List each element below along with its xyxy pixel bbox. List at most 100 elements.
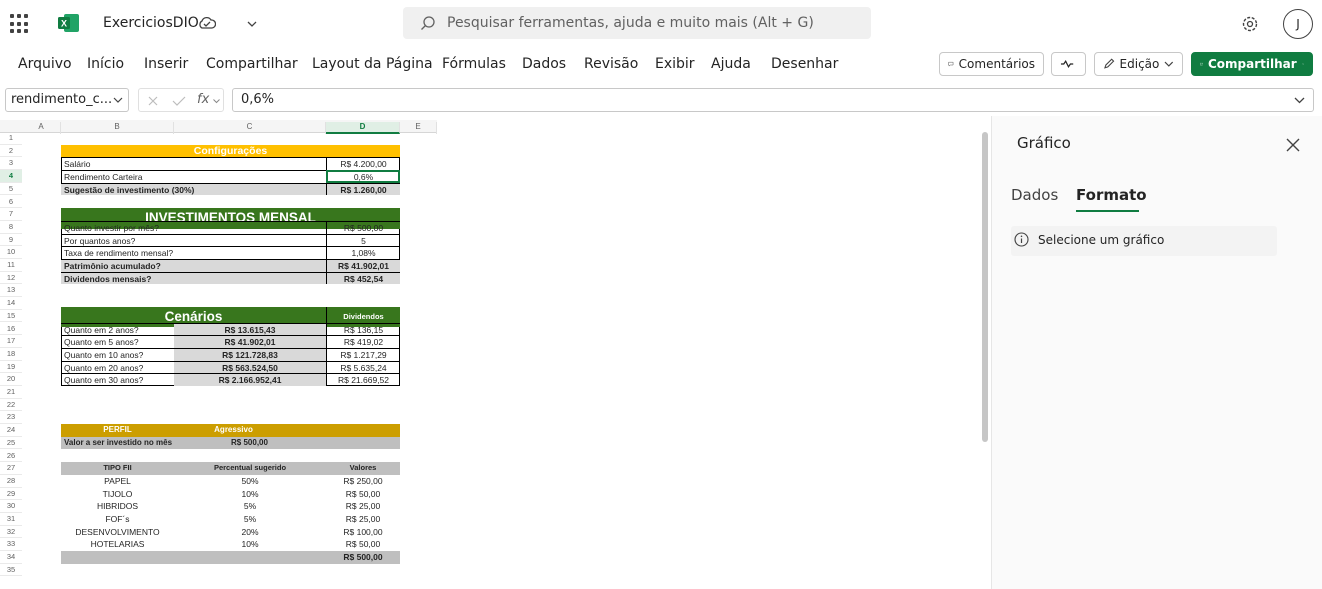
cenario-dividendo[interactable]: R$ 419,02: [326, 335, 400, 348]
chevron-down-icon[interactable]: [213, 99, 220, 104]
config-label[interactable]: Salário: [61, 157, 326, 170]
fii-header[interactable]: Percentual sugerido: [174, 462, 326, 475]
row-header[interactable]: 16: [0, 323, 22, 336]
row-header[interactable]: 4: [0, 170, 22, 183]
cenario-label[interactable]: Quanto em 20 anos?: [61, 360, 174, 374]
cenario-value[interactable]: R$ 41.902,01: [174, 335, 326, 348]
fii-valor[interactable]: R$ 50,00: [326, 538, 400, 551]
column-header-e[interactable]: E: [400, 122, 437, 134]
row-header[interactable]: 15: [0, 310, 22, 323]
fii-header[interactable]: TIPO FII: [61, 462, 174, 475]
chevron-down-icon[interactable]: [246, 19, 258, 29]
row-header[interactable]: 11: [0, 259, 22, 272]
tab-compartilhar[interactable]: Compartilhar: [206, 56, 298, 72]
row-header[interactable]: 32: [0, 526, 22, 539]
tab-dados-pane[interactable]: Dados: [1011, 186, 1058, 204]
config-value[interactable]: R$ 1.260,00: [326, 182, 400, 196]
fii-percent[interactable]: 20%: [174, 526, 326, 539]
tab-dados[interactable]: Dados: [522, 56, 566, 72]
fii-tipo[interactable]: TIJOLO: [61, 488, 174, 501]
row-header[interactable]: 27: [0, 462, 22, 475]
invest-label[interactable]: Patrimônio acumulado?: [61, 259, 326, 272]
fii-percent[interactable]: 5%: [174, 500, 326, 513]
cenario-dividendo[interactable]: R$ 1.217,29: [326, 347, 400, 361]
row-header[interactable]: 2: [0, 145, 22, 158]
row-header[interactable]: 8: [0, 221, 22, 234]
invest-value[interactable]: 5: [326, 233, 400, 247]
row-header[interactable]: 34: [0, 551, 22, 564]
activity-button[interactable]: [1051, 52, 1086, 76]
row-header[interactable]: 7: [0, 208, 22, 221]
cloud-saved-icon[interactable]: [198, 16, 216, 30]
tab-revisao[interactable]: Revisão: [584, 56, 638, 72]
cenario-value[interactable]: R$ 121.728,83: [174, 347, 326, 361]
row-header[interactable]: 10: [0, 246, 22, 259]
invest-label[interactable]: Quanto investir por mês?: [61, 220, 326, 234]
fii-valor[interactable]: R$ 250,00: [326, 475, 400, 488]
fii-tipo[interactable]: DESENVOLVIMENTO: [61, 526, 174, 539]
fii-percent[interactable]: 50%: [174, 475, 326, 488]
name-box[interactable]: rendimento_c...: [5, 88, 129, 112]
cenario-label[interactable]: Quanto em 10 anos?: [61, 347, 174, 361]
invest-value[interactable]: R$ 500,00: [326, 220, 400, 234]
invest-label[interactable]: Dividendos mensais?: [61, 271, 326, 285]
row-header[interactable]: 26: [0, 450, 22, 463]
row-header[interactable]: 33: [0, 538, 22, 552]
app-launcher-icon[interactable]: [10, 14, 30, 34]
perfil-label[interactable]: PERFIL: [61, 424, 174, 437]
cenario-label[interactable]: Quanto em 5 anos?: [61, 335, 174, 348]
fii-percent[interactable]: 5%: [174, 513, 326, 526]
valor-value[interactable]: R$ 500,00: [174, 436, 400, 450]
cenario-label[interactable]: Quanto em 30 anos?: [61, 373, 174, 386]
check-icon[interactable]: [172, 95, 186, 107]
config-title[interactable]: Configurações: [61, 144, 400, 158]
edit-mode-button[interactable]: Edição: [1094, 52, 1183, 76]
row-header[interactable]: 23: [0, 411, 22, 425]
row-header[interactable]: 12: [0, 272, 22, 285]
row-header[interactable]: 18: [0, 348, 22, 361]
fii-header[interactable]: Valores: [326, 462, 400, 475]
excel-logo-icon[interactable]: X: [58, 13, 80, 33]
file-name[interactable]: ExerciciosDIO: [103, 15, 199, 31]
config-label[interactable]: Rendimento Carteira: [61, 170, 326, 183]
tab-formulas[interactable]: Fórmulas: [442, 56, 506, 72]
fii-valor[interactable]: R$ 50,00: [326, 488, 400, 501]
cancel-icon[interactable]: [147, 95, 159, 107]
row-header[interactable]: 6: [0, 196, 22, 209]
cenario-value[interactable]: R$ 2.166.952,41: [174, 373, 326, 386]
invest-label[interactable]: Por quantos anos?: [61, 233, 326, 247]
avatar[interactable]: J: [1283, 9, 1313, 39]
fii-tipo[interactable]: HIBRIDOS: [61, 500, 174, 513]
vertical-scrollbar[interactable]: [982, 132, 988, 442]
fii-total[interactable]: R$ 500,00: [326, 551, 400, 564]
worksheet-grid[interactable]: A B C D E 1 2 3 4 5 6 7 8 9 10 11 12 13 14 15 16 17 18 19 20 21 22…: [0, 120, 990, 589]
cenario-dividendo[interactable]: R$ 21.669,52: [326, 373, 400, 386]
tab-arquivo[interactable]: Arquivo: [18, 56, 72, 72]
cenario-label[interactable]: Quanto em 2 anos?: [61, 322, 174, 336]
row-header[interactable]: 5: [0, 183, 22, 196]
row-header[interactable]: 14: [0, 297, 22, 310]
column-header-b[interactable]: B: [61, 122, 174, 134]
invest-value[interactable]: R$ 452,54: [326, 271, 400, 285]
fii-valor[interactable]: R$ 25,00: [326, 500, 400, 513]
row-header[interactable]: 31: [0, 513, 22, 526]
column-header-a[interactable]: A: [22, 122, 61, 134]
tab-inicio[interactable]: Início: [87, 56, 124, 72]
row-header[interactable]: 22: [0, 399, 22, 412]
row-header[interactable]: 25: [0, 437, 22, 450]
comments-button[interactable]: Comentários: [939, 52, 1044, 76]
row-header[interactable]: 20: [0, 373, 22, 386]
row-header[interactable]: 19: [0, 361, 22, 374]
row-header[interactable]: 21: [0, 386, 22, 399]
cenario-dividendo[interactable]: R$ 136,15: [326, 322, 400, 336]
invest-value[interactable]: 1,08%: [326, 246, 400, 259]
gear-icon[interactable]: [1240, 14, 1260, 34]
fii-percent[interactable]: 10%: [174, 488, 326, 501]
cenario-dividendo[interactable]: R$ 5.635,24: [326, 360, 400, 374]
row-header[interactable]: 17: [0, 335, 22, 348]
fii-valor[interactable]: R$ 25,00: [326, 513, 400, 526]
formula-input[interactable]: 0,6%: [232, 88, 1314, 112]
invest-value[interactable]: R$ 41.902,01: [326, 259, 400, 272]
row-header[interactable]: 35: [0, 564, 22, 577]
row-header[interactable]: 1: [0, 132, 22, 145]
